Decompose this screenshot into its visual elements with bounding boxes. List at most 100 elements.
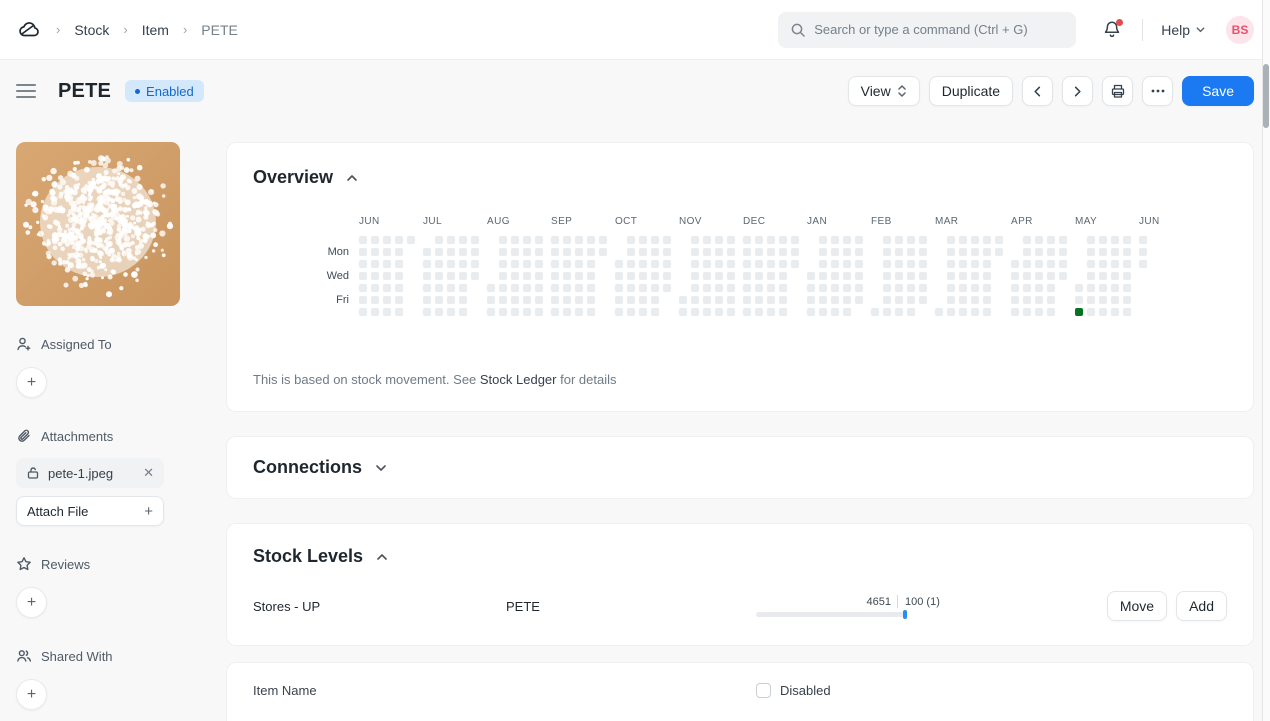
heatmap-cell	[907, 260, 915, 268]
sort-chevrons-icon	[897, 84, 907, 98]
heatmap-cell	[1087, 236, 1095, 244]
item-image[interactable]	[16, 142, 180, 306]
next-record-button[interactable]	[1062, 76, 1093, 106]
overview-card: Overview MonWedFri JUNJULAUGSEPOCTNOVDEC…	[226, 142, 1254, 412]
disabled-checkbox[interactable]	[756, 683, 771, 698]
breadcrumb-separator: ›	[183, 22, 187, 37]
heatmap-cell	[523, 284, 531, 292]
heatmap-cell	[831, 248, 839, 256]
view-button[interactable]: View	[848, 76, 920, 106]
search-icon	[790, 22, 806, 38]
app-logo-icon[interactable]	[16, 17, 42, 43]
save-button[interactable]: Save	[1182, 76, 1254, 106]
heatmap-cell	[1047, 272, 1055, 280]
heatmap-cell	[359, 272, 367, 280]
attachment-chip[interactable]: pete-1.jpeg ✕	[16, 458, 164, 488]
remove-attachment-icon[interactable]: ✕	[143, 465, 154, 481]
heatmap-cell	[959, 248, 967, 256]
heatmap-cell	[703, 236, 711, 244]
heatmap-cell	[423, 284, 431, 292]
scrollbar-thumb[interactable]	[1263, 64, 1269, 128]
heatmap-cell	[627, 308, 635, 316]
search-input[interactable]: Search or type a command (Ctrl + G)	[778, 12, 1076, 48]
heatmap-cell	[843, 296, 851, 304]
heatmap-month-group: OCT	[615, 216, 671, 316]
heatmap-cell	[535, 236, 543, 244]
add-share-button[interactable]: +	[16, 679, 47, 710]
heatmap-cell	[883, 272, 891, 280]
heatmap-cell	[651, 272, 659, 280]
heatmap-cell	[587, 260, 595, 268]
heatmap-cell	[499, 272, 507, 280]
heatmap-cell	[703, 296, 711, 304]
heatmap-cell	[575, 248, 583, 256]
more-options-button[interactable]	[1142, 76, 1173, 106]
heatmap-cell	[1023, 284, 1031, 292]
heatmap-cell	[639, 236, 647, 244]
breadcrumb-item[interactable]: Item	[142, 22, 169, 38]
heatmap-cell	[1123, 272, 1131, 280]
add-review-button[interactable]: +	[16, 587, 47, 618]
user-avatar[interactable]: BS	[1226, 16, 1254, 44]
heatmap-cell	[743, 296, 751, 304]
heatmap-cell	[511, 284, 519, 292]
heatmap-cell	[755, 260, 763, 268]
heatmap-cell	[895, 236, 903, 244]
heatmap-cell	[359, 308, 367, 316]
heatmap-cell	[639, 248, 647, 256]
attach-file-button[interactable]: Attach File +	[16, 496, 164, 526]
heatmap-cell	[587, 296, 595, 304]
heatmap-cell	[459, 260, 467, 268]
heatmap-cell	[563, 296, 571, 304]
connections-section-toggle[interactable]: Connections	[253, 457, 1227, 478]
heatmap-cell	[959, 236, 967, 244]
stock-levels-section-toggle[interactable]: Stock Levels	[253, 546, 1227, 567]
heatmap-cell	[663, 248, 671, 256]
heatmap-cell	[883, 284, 891, 292]
unlock-icon	[26, 466, 40, 480]
heatmap-cell	[563, 260, 571, 268]
help-menu[interactable]: Help	[1161, 22, 1206, 38]
heatmap-cell	[779, 296, 787, 304]
heatmap-cell	[791, 236, 799, 244]
chevron-up-icon	[345, 171, 359, 185]
print-button[interactable]	[1102, 76, 1133, 106]
move-stock-button[interactable]: Move	[1107, 591, 1167, 621]
stock-ledger-link[interactable]: Stock Ledger	[480, 372, 557, 387]
heatmap-cell	[947, 236, 955, 244]
add-assignment-button[interactable]: +	[16, 367, 47, 398]
previous-record-button[interactable]	[1022, 76, 1053, 106]
heatmap-cell	[807, 284, 815, 292]
shared-with-label: Shared With	[41, 649, 113, 664]
warehouse-name[interactable]: Stores - UP	[253, 599, 506, 614]
heatmap-cell	[971, 236, 979, 244]
heatmap-cell	[435, 296, 443, 304]
heatmap-cell	[831, 296, 839, 304]
stock-progress-tick	[903, 610, 907, 619]
heatmap-cell	[447, 236, 455, 244]
heatmap-cell	[359, 296, 367, 304]
heatmap-cell	[895, 248, 903, 256]
duplicate-button[interactable]: Duplicate	[929, 76, 1013, 106]
heatmap-cell	[779, 284, 787, 292]
heatmap-cell	[523, 308, 531, 316]
scrollbar-track[interactable]	[1262, 0, 1270, 721]
heatmap-cell	[855, 236, 863, 244]
heatmap-cell	[435, 236, 443, 244]
heatmap-day-label	[325, 260, 359, 268]
add-stock-button[interactable]: Add	[1176, 591, 1227, 621]
heatmap-cell	[471, 260, 479, 268]
heatmap-month-group: SEP	[551, 216, 607, 316]
notifications-button[interactable]	[1102, 19, 1124, 41]
heatmap-cell	[575, 260, 583, 268]
heatmap-cell	[983, 296, 991, 304]
stock-level-row: Stores - UP PETE 4651 100 (1)	[253, 591, 1227, 621]
printer-icon	[1110, 83, 1126, 99]
heatmap-cell	[395, 260, 403, 268]
heatmap-cell	[703, 260, 711, 268]
heatmap-cell	[359, 284, 367, 292]
overview-section-toggle[interactable]: Overview	[253, 167, 1227, 188]
heatmap-cell	[819, 296, 827, 304]
sidebar-toggle-button[interactable]	[16, 84, 36, 98]
breadcrumb-stock[interactable]: Stock	[74, 22, 109, 38]
